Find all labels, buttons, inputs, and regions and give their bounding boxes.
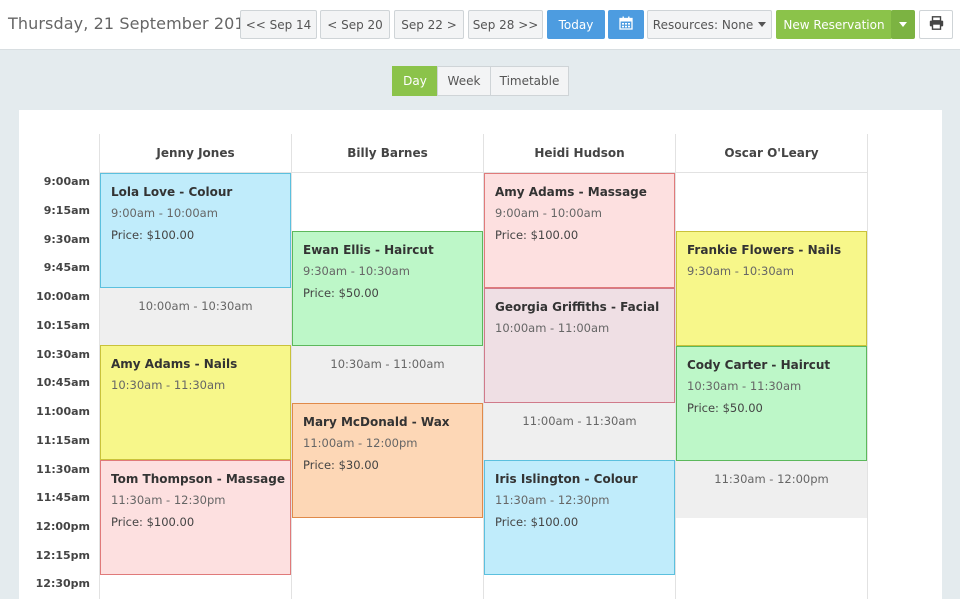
appointment-time: 9:00am - 10:00am [495, 206, 602, 220]
free-slot-label: 11:30am - 12:00pm [714, 472, 829, 486]
appointment-price: Price: $50.00 [303, 286, 379, 300]
time-label: 11:00am [36, 405, 90, 418]
next-week-button[interactable]: Sep 28 >> [468, 10, 543, 39]
top-toolbar: Thursday, 21 September 2017 << Sep 14 < … [0, 0, 960, 50]
resource-header-heidi: Heidi Hudson [534, 146, 625, 160]
appointment-time: 11:30am - 12:30pm [495, 493, 610, 507]
appointment-card[interactable]: Tom Thompson - Massage 11:30am - 12:30pm… [100, 460, 291, 575]
appointment-title: Amy Adams - Nails [111, 357, 238, 371]
prev-week-button[interactable]: << Sep 14 [240, 10, 317, 39]
free-slot-label: 10:30am - 11:00am [330, 357, 445, 371]
appointment-time: 10:30am - 11:30am [687, 379, 802, 393]
time-label: 9:00am [43, 175, 90, 188]
caret-down-icon [758, 22, 767, 27]
time-label: 11:45am [36, 491, 90, 504]
time-label: 10:45am [36, 376, 90, 389]
appointment-title: Frankie Flowers - Nails [687, 243, 842, 257]
appointment-time: 9:30am - 10:30am [687, 264, 794, 278]
new-reservation-button[interactable]: New Reservation [776, 10, 892, 39]
time-label: 12:00pm [35, 520, 90, 533]
tab-week[interactable]: Week [437, 66, 491, 96]
appointment-title: Amy Adams - Massage [495, 185, 647, 199]
time-label: 10:00am [36, 290, 90, 303]
time-label: 9:15am [43, 204, 90, 217]
time-label: 12:30pm [35, 577, 90, 590]
resources-dropdown[interactable]: Resources: None [647, 10, 772, 39]
resources-label: Resources: None [652, 17, 754, 32]
appointment-time: 9:30am - 10:30am [303, 264, 410, 278]
appointment-price: Price: $100.00 [495, 228, 579, 242]
appointment-card[interactable]: Amy Adams - Nails 10:30am - 11:30am [100, 345, 291, 460]
appointment-card[interactable]: Iris Islington - Colour 11:30am - 12:30p… [484, 460, 675, 575]
prev-day-button[interactable]: < Sep 20 [320, 10, 390, 39]
today-button[interactable]: Today [547, 10, 605, 39]
appointment-card[interactable]: Frankie Flowers - Nails 9:30am - 10:30am [676, 231, 867, 346]
tab-day[interactable]: Day [392, 66, 438, 96]
print-icon [929, 16, 944, 33]
appointment-title: Mary McDonald - Wax [303, 415, 450, 429]
appointment-card[interactable]: Georgia Griffiths - Facial 10:00am - 11:… [484, 288, 675, 403]
time-label: 10:30am [36, 348, 90, 361]
appointment-title: Ewan Ellis - Haircut [303, 243, 434, 257]
calendar-panel: Jenny Jones Billy Barnes Heidi Hudson Os… [19, 110, 942, 599]
free-slot[interactable]: 10:30am - 11:00am [292, 346, 483, 403]
current-date-title: Thursday, 21 September 2017 [8, 14, 255, 33]
appointment-price: Price: $100.00 [111, 515, 195, 529]
time-label: 9:30am [43, 233, 90, 246]
time-label: 10:15am [36, 319, 90, 332]
appointment-price: Price: $30.00 [303, 458, 379, 472]
appointment-price: Price: $100.00 [495, 515, 579, 529]
appointment-title: Cody Carter - Haircut [687, 358, 831, 372]
caret-down-icon [899, 22, 907, 27]
appointment-time: 11:00am - 12:00pm [303, 436, 418, 450]
appointment-title: Tom Thompson - Massage [111, 472, 285, 486]
date-picker-button[interactable] [608, 10, 644, 39]
appointment-time: 9:00am - 10:00am [111, 206, 218, 220]
appointment-card[interactable]: Ewan Ellis - Haircut 9:30am - 10:30am Pr… [292, 231, 483, 346]
appointment-time: 10:30am - 11:30am [111, 378, 226, 392]
appointment-card[interactable]: Mary McDonald - Wax 11:00am - 12:00pm Pr… [292, 403, 483, 518]
appointment-title: Iris Islington - Colour [495, 472, 638, 486]
new-reservation-dropdown-button[interactable] [891, 10, 915, 39]
resource-header-oscar: Oscar O'Leary [724, 146, 819, 160]
appointment-card[interactable]: Amy Adams - Massage 9:00am - 10:00am Pri… [484, 173, 675, 288]
appointment-card[interactable]: Lola Love - Colour 9:00am - 10:00am Pric… [100, 173, 291, 288]
resource-header-billy: Billy Barnes [347, 146, 428, 160]
appointment-time: 10:00am - 11:00am [495, 321, 610, 335]
calendar-icon [619, 16, 633, 33]
appointment-time: 11:30am - 12:30pm [111, 493, 226, 507]
appointment-card[interactable]: Cody Carter - Haircut 10:30am - 11:30am … [676, 346, 867, 461]
resource-header-jenny: Jenny Jones [156, 146, 235, 160]
free-slot-label: 11:00am - 11:30am [522, 414, 637, 428]
free-slot-label: 10:00am - 10:30am [138, 299, 253, 313]
appointment-price: Price: $50.00 [687, 401, 763, 415]
appointment-price: Price: $100.00 [111, 228, 195, 242]
tab-timetable[interactable]: Timetable [490, 66, 569, 96]
column-divider [867, 134, 868, 599]
time-label: 11:30am [36, 463, 90, 476]
free-slot[interactable]: 11:00am - 11:30am [484, 403, 675, 460]
time-label: 12:15pm [35, 549, 90, 562]
free-slot[interactable]: 10:00am - 10:30am [100, 288, 291, 345]
appointment-title: Lola Love - Colour [111, 185, 233, 199]
next-day-button[interactable]: Sep 22 > [394, 10, 464, 39]
free-slot[interactable]: 11:30am - 12:00pm [676, 461, 867, 518]
view-switcher: Day Week Timetable [392, 66, 569, 96]
time-label: 9:45am [43, 261, 90, 274]
print-button[interactable] [919, 10, 953, 39]
appointment-title: Georgia Griffiths - Facial [495, 300, 660, 314]
time-label: 11:15am [36, 434, 90, 447]
